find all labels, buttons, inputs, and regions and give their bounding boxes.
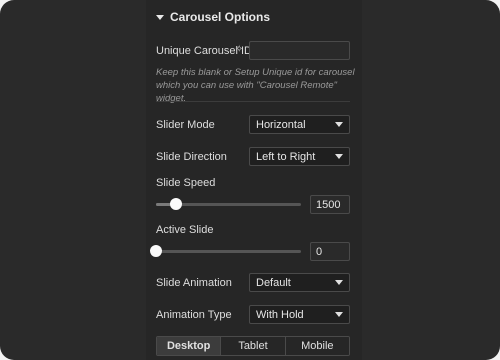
animation-type-value: With Hold	[256, 308, 304, 321]
slide-direction-label: Slide Direction	[156, 151, 227, 163]
slide-animation-label: Slide Animation	[156, 277, 232, 289]
tab-mobile[interactable]: Mobile	[284, 337, 349, 355]
active-slide-label: Active Slide	[156, 224, 214, 236]
animation-type-select[interactable]: With Hold	[249, 305, 350, 324]
slide-speed-input[interactable]	[310, 195, 350, 214]
slider-mode-select[interactable]: Horizontal	[249, 115, 350, 134]
chevron-down-icon	[335, 312, 343, 317]
slide-speed-label: Slide Speed	[156, 177, 216, 189]
slide-animation-value: Default	[256, 276, 291, 289]
section-title: Carousel Options	[170, 10, 271, 24]
active-slide-input[interactable]	[310, 242, 350, 261]
chevron-down-icon	[335, 280, 343, 285]
tab-tablet[interactable]: Tablet	[220, 337, 285, 355]
slider-mode-value: Horizontal	[256, 118, 306, 131]
caret-down-icon	[156, 14, 164, 20]
slider-mode-label: Slider Mode	[156, 119, 215, 131]
unique-id-help: Keep this blank or Setup Unique id for c…	[156, 67, 355, 104]
slide-direction-select[interactable]: Left to Right	[249, 147, 350, 166]
device-tabs: Desktop Tablet Mobile	[156, 336, 350, 356]
unique-id-input[interactable]	[249, 41, 350, 60]
active-slide-handle[interactable]	[150, 245, 162, 257]
sparkle-icon[interactable]: ✧	[235, 44, 243, 55]
slide-direction-value: Left to Right	[256, 150, 316, 163]
slide-animation-select[interactable]: Default	[249, 273, 350, 292]
app-window: Carousel Options Unique Carousel ID ✧ Ke…	[0, 0, 500, 360]
section-toggle-carousel-options[interactable]: Carousel Options	[156, 8, 270, 26]
slide-speed-slider[interactable]	[156, 198, 301, 210]
divider	[156, 101, 350, 102]
tab-desktop[interactable]: Desktop	[157, 337, 221, 355]
chevron-down-icon	[335, 122, 343, 127]
chevron-down-icon	[335, 154, 343, 159]
animation-type-label: Animation Type	[156, 309, 232, 321]
active-slide-slider[interactable]	[150, 245, 301, 257]
